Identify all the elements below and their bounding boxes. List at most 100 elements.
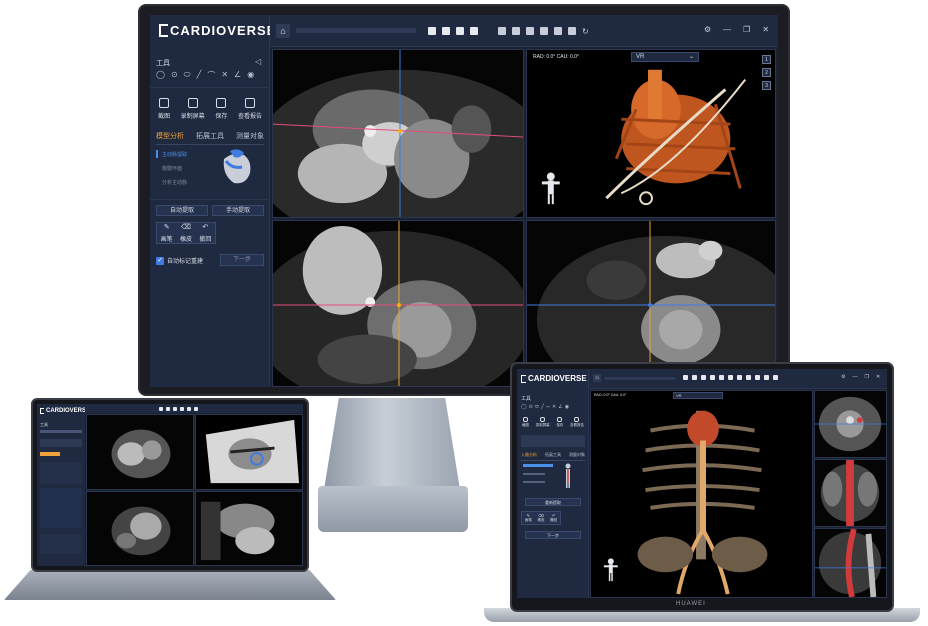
restore-icon[interactable]: ❐	[743, 25, 750, 34]
notebook-viewport-axial[interactable]	[814, 390, 887, 458]
layout-number-button[interactable]: 1	[762, 55, 771, 64]
list-item[interactable]: 主动脉提取	[162, 151, 187, 158]
list-item[interactable]: 分析主动脉	[162, 179, 187, 186]
layout-icon[interactable]	[194, 407, 198, 411]
layout-icon[interactable]	[764, 375, 769, 380]
manual-extract-button[interactable]: 手动提取	[212, 205, 264, 216]
home-icon[interactable]: ⌂	[276, 24, 290, 38]
refresh-icon[interactable]: ↻	[582, 27, 589, 36]
layout-icon[interactable]	[159, 407, 163, 411]
viewport-3d[interactable]: RAD: 0.0° CAU: 0.0° VR ⌄ 1 2 3	[526, 49, 776, 218]
screenshot-button[interactable]: 截图	[158, 98, 170, 120]
layout-1-icon[interactable]	[428, 27, 436, 35]
layout-icon[interactable]	[746, 375, 751, 380]
eraser-button[interactable]: ⌫ 橡皮	[537, 513, 544, 523]
cube-view-6-icon[interactable]	[568, 27, 576, 35]
layout-3-icon[interactable]	[456, 27, 464, 35]
home-icon[interactable]: ⌂	[593, 374, 601, 382]
roi-point-icon[interactable]: ⊙	[171, 70, 178, 81]
drawing-tools[interactable]: ◯⊙⬭╱⌒✕∠◉	[521, 404, 571, 410]
settings-gear-icon[interactable]: ⚙	[841, 374, 845, 380]
layout-icon[interactable]	[692, 375, 697, 380]
cube-view-4-icon[interactable]	[540, 27, 548, 35]
brush-button[interactable]: ✎ 画笔	[525, 513, 532, 523]
tab-measure[interactable]: 测量对象	[236, 131, 264, 141]
re-extract-button[interactable]: 重新提取	[525, 498, 581, 506]
tab-extend-tools[interactable]: 拓展工具	[196, 131, 224, 141]
angle-icon[interactable]: ∠	[234, 70, 241, 81]
save-button[interactable]: 保存	[215, 98, 227, 120]
laptop-viewport-2[interactable]	[86, 491, 194, 566]
list-item[interactable]: 瓣膜环面	[162, 165, 182, 172]
list-item[interactable]	[523, 481, 545, 483]
notebook-viewport-sagittal[interactable]	[814, 528, 887, 598]
viewport-coronal[interactable]	[272, 220, 524, 387]
cube-view-5-icon[interactable]	[554, 27, 562, 35]
settings-gear-icon[interactable]: ⚙	[704, 25, 711, 34]
action-row	[40, 439, 82, 447]
render-mode-select[interactable]: VR	[673, 392, 723, 399]
record-button[interactable]: 录制屏幕	[536, 417, 550, 428]
undo-button[interactable]: ↶ 撤回	[550, 513, 557, 523]
tab-measure[interactable]: 测量对象	[569, 452, 585, 458]
cube-view-1-icon[interactable]	[498, 27, 506, 35]
layout-icon[interactable]	[701, 375, 706, 380]
brush-button[interactable]: ✎ 画笔	[161, 223, 173, 243]
notebook-viewport-3d[interactable]: RAO: 0.0° CAU: 0.0° VR	[590, 390, 813, 598]
minimize-icon[interactable]: —	[852, 374, 857, 380]
tab-model-analysis[interactable]: 模型分析	[156, 131, 184, 141]
roi-free-icon[interactable]: ◯	[156, 70, 165, 81]
layout-number-button[interactable]: 3	[762, 81, 771, 90]
layout-icon[interactable]	[683, 375, 688, 380]
render-mode-select[interactable]: VR ⌄	[631, 52, 699, 62]
tab-extend-tools[interactable]: 拓展工具	[545, 452, 561, 458]
undo-button[interactable]: ↶ 撤回	[199, 223, 211, 243]
auto-extract-button[interactable]: 自动提取	[156, 205, 208, 216]
curve-icon[interactable]: ⌒	[207, 70, 215, 81]
mode-selector[interactable]	[521, 435, 585, 447]
viewport-axial[interactable]	[272, 49, 524, 218]
list-item[interactable]	[523, 473, 545, 475]
minimize-icon[interactable]: —	[723, 25, 731, 34]
layout-icon[interactable]	[755, 375, 760, 380]
report-button[interactable]: 查看报告	[238, 98, 262, 120]
cube-view-3-icon[interactable]	[526, 27, 534, 35]
line-icon[interactable]: ╱	[197, 70, 202, 81]
layout-2-icon[interactable]	[442, 27, 450, 35]
save-button[interactable]: 保存	[556, 417, 563, 428]
collapse-icon[interactable]: ◁	[255, 57, 261, 66]
layout-number-button[interactable]: 2	[762, 68, 771, 77]
tab-access-analysis[interactable]: 入路分析	[521, 452, 537, 458]
cross-icon[interactable]: ✕	[221, 70, 228, 81]
layout-icon[interactable]	[728, 375, 733, 380]
close-icon[interactable]: ✕	[762, 25, 769, 34]
layout-icon[interactable]	[187, 407, 191, 411]
active-tab[interactable]	[40, 452, 60, 456]
dot-icon[interactable]: ◉	[247, 70, 254, 81]
restore-icon[interactable]: ❐	[864, 374, 868, 380]
layout-icon[interactable]	[773, 375, 778, 380]
window-controls: ⚙ — ❐ ✕	[841, 374, 880, 380]
record-button[interactable]: 录制屏幕	[181, 98, 205, 120]
layout-icon[interactable]	[719, 375, 724, 380]
report-button[interactable]: 查看报告	[570, 417, 584, 428]
laptop-viewport-4[interactable]	[195, 491, 303, 566]
layout-4-icon[interactable]	[470, 27, 478, 35]
layout-icon[interactable]	[173, 407, 177, 411]
ellipse-icon[interactable]: ⬭	[184, 70, 191, 81]
close-icon[interactable]: ✕	[876, 374, 880, 380]
next-step-button[interactable]: 下一步	[525, 531, 581, 539]
eraser-button[interactable]: ⌫ 橡皮	[180, 223, 192, 243]
cube-view-2-icon[interactable]	[512, 27, 520, 35]
laptop-viewport-1[interactable]	[86, 414, 194, 490]
layout-icon[interactable]	[180, 407, 184, 411]
layout-icon[interactable]	[737, 375, 742, 380]
auto-mark-checkbox[interactable]: ✓ 自动标记重建	[156, 256, 203, 265]
notebook-viewport-coronal[interactable]	[814, 459, 887, 527]
layout-icon[interactable]	[166, 407, 170, 411]
list-item[interactable]	[523, 464, 553, 467]
layout-icon[interactable]	[710, 375, 715, 380]
next-step-button[interactable]: 下一步	[220, 254, 264, 266]
screenshot-button[interactable]: 截图	[522, 417, 529, 428]
laptop-viewport-3d[interactable]	[195, 414, 303, 490]
